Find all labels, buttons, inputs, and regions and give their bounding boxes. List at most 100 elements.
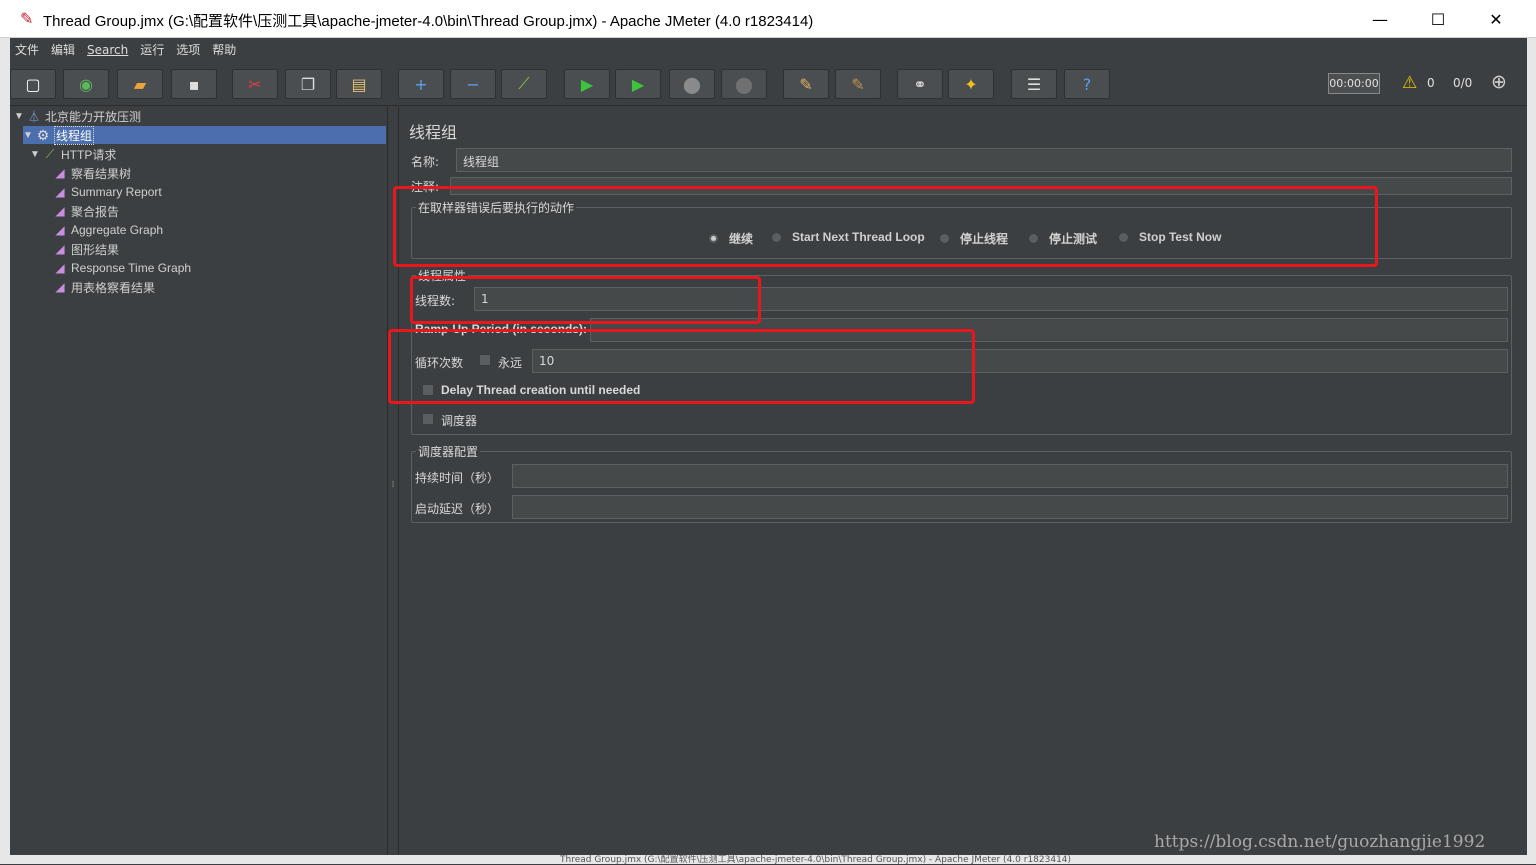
new-icon: ▢ bbox=[25, 74, 41, 94]
stop-button[interactable]: ⬤ bbox=[669, 69, 715, 99]
desktop-edge-right bbox=[1527, 38, 1536, 864]
scheduler-checkbox[interactable] bbox=[422, 413, 434, 425]
panel-title: 线程组 bbox=[409, 123, 458, 142]
taskbar-window-title[interactable]: Thread Group.jmx (G:\配置软件\压测工具\apache-jm… bbox=[560, 852, 1071, 865]
toggle-button[interactable]: ⟋ bbox=[501, 69, 547, 99]
maximize-button[interactable]: ☐ bbox=[1409, 0, 1467, 38]
close-button[interactable]: ✕ bbox=[1467, 0, 1525, 38]
function-helper-button[interactable]: ☰ bbox=[1011, 69, 1057, 99]
startup-delay-label: 启动延迟（秒） bbox=[415, 502, 500, 516]
cut-button[interactable]: ✂ bbox=[232, 69, 278, 99]
tree-node-listener[interactable]: ◢ Summary Report bbox=[52, 183, 162, 201]
expand-arrow-icon[interactable]: ▼ bbox=[14, 111, 26, 122]
tree-node-listener[interactable]: ◢ 察看结果树 bbox=[52, 164, 131, 182]
copy-icon: ❐ bbox=[300, 74, 316, 94]
save-icon: ▪ bbox=[188, 74, 200, 94]
graph-listener-icon: ◢ bbox=[55, 204, 65, 218]
menu-help[interactable]: 帮助 bbox=[207, 38, 243, 58]
tree-node-http-request[interactable]: ▼ ⟋ HTTP请求 bbox=[30, 145, 116, 163]
expand-arrow-icon[interactable]: ▼ bbox=[23, 130, 35, 141]
tree-node-label: Response Time Graph bbox=[71, 261, 192, 275]
templates-icon: ◉ bbox=[79, 74, 93, 94]
minimize-button[interactable]: — bbox=[1351, 0, 1409, 38]
cut-icon: ✂ bbox=[248, 74, 262, 94]
tree-node-label: Summary Report bbox=[71, 185, 162, 199]
open-icon: ▰ bbox=[133, 74, 147, 94]
name-field[interactable]: 线程组 bbox=[456, 148, 1512, 172]
remote-globe-icon[interactable]: ⊕ bbox=[1491, 71, 1507, 93]
graph-listener-icon: ◢ bbox=[55, 280, 65, 294]
test-plan-icon: ⏃ bbox=[27, 109, 40, 124]
tree-node-listener[interactable]: ◢ 用表格察看结果 bbox=[52, 278, 155, 296]
graph-listener-icon: ◢ bbox=[55, 261, 65, 275]
toolbar: ▢ ◉ ▰ ▪ ✂ ❐ ▤ + − ⟋ ▶ ▶ ⬤ ⬤ ✎ ✎ ⚭ ✦ ☰? 00:00:00 ⚠ 0 0/0 ⊕ bbox=[10, 62, 1527, 106]
clear-all-icon: ✎ bbox=[851, 74, 865, 94]
new-button[interactable]: ▢ bbox=[10, 69, 56, 99]
expand-icon: + bbox=[414, 74, 428, 94]
graph-listener-icon: ◢ bbox=[55, 166, 65, 180]
jmeter-window: ✎ Thread Group.jmx (G:\配置软件\压测工具\apache-… bbox=[0, 0, 1536, 865]
tree-node-label: 线程组 bbox=[54, 125, 95, 145]
annotation-highlight-threads bbox=[410, 276, 761, 324]
menu-file[interactable]: 文件 bbox=[10, 38, 46, 58]
warning-count: 0 bbox=[1427, 76, 1435, 90]
search-icon: ⚭ bbox=[913, 74, 927, 94]
start-button[interactable]: ▶ bbox=[564, 69, 610, 99]
tree-node-label: Aggregate Graph bbox=[71, 223, 164, 237]
active-threads-ratio: 0/0 bbox=[1453, 76, 1473, 90]
clear-icon: ✎ bbox=[799, 74, 813, 94]
tree-node-label: 聚合报告 bbox=[71, 204, 120, 219]
help-button[interactable]: ? bbox=[1064, 69, 1110, 99]
copy-button[interactable]: ❐ bbox=[285, 69, 331, 99]
window-title: Thread Group.jmx (G:\配置软件\压测工具\apache-jm… bbox=[43, 13, 814, 30]
open-button[interactable]: ▰ bbox=[117, 69, 163, 99]
tree-node-label: HTTP请求 bbox=[61, 147, 117, 162]
pipette-icon: ⟋ bbox=[45, 146, 55, 161]
scheduler-label: 调度器 bbox=[441, 414, 478, 428]
templates-button[interactable]: ◉ bbox=[63, 69, 109, 99]
start-no-pause-button[interactable]: ▶ bbox=[615, 69, 661, 99]
reset-search-icon: ✦ bbox=[964, 74, 978, 94]
function-helper-icon: ☰ bbox=[1026, 74, 1042, 94]
duration-field[interactable] bbox=[512, 464, 1508, 488]
expand-button[interactable]: + bbox=[398, 69, 444, 99]
startup-delay-field[interactable] bbox=[512, 495, 1508, 519]
collapse-icon: − bbox=[466, 74, 480, 94]
expand-arrow-icon[interactable]: ▼ bbox=[30, 149, 42, 160]
graph-listener-icon: ◢ bbox=[55, 223, 65, 237]
search-button[interactable]: ⚭ bbox=[897, 69, 943, 99]
tree-node-label: 北京能力开放压测 bbox=[45, 109, 142, 124]
divider-grip-icon[interactable]: ⁞ bbox=[389, 480, 397, 500]
menu-run[interactable]: 运行 bbox=[135, 38, 171, 58]
clear-all-button[interactable]: ✎ bbox=[835, 69, 881, 99]
toggle-icon: ⟋ bbox=[518, 74, 530, 93]
tree-node-listener[interactable]: ◢ Aggregate Graph bbox=[52, 221, 163, 239]
menu-bar: 文件 编辑 Search 运行 选项 帮助 bbox=[10, 38, 1527, 61]
save-button[interactable]: ▪ bbox=[171, 69, 217, 99]
scheduler-config-legend: 调度器配置 bbox=[418, 445, 479, 459]
tree-node-listener[interactable]: ◢ Response Time Graph bbox=[52, 259, 191, 277]
watermark: https://blog.csdn.net/guozhangjie1992 bbox=[1154, 832, 1486, 852]
clear-button[interactable]: ✎ bbox=[783, 69, 829, 99]
paste-icon: ▤ bbox=[351, 74, 367, 94]
tree-node-test-plan[interactable]: ▼ ⏃ 北京能力开放压测 bbox=[14, 107, 141, 125]
collapse-button[interactable]: − bbox=[450, 69, 496, 99]
paste-button[interactable]: ▤ bbox=[336, 69, 382, 99]
shutdown-button[interactable]: ⬤ bbox=[721, 69, 767, 99]
tree-node-listener[interactable]: ◢ 聚合报告 bbox=[52, 202, 119, 220]
test-plan-tree: ▼ ⏃ 北京能力开放压测 ▼ ⚙ 线程组 ▼ ⟋ HTTP请求 ◢ 察看结果树 ◢ S… bbox=[10, 107, 388, 855]
help-icon: ? bbox=[1082, 74, 1092, 94]
shutdown-icon: ⬤ bbox=[735, 74, 753, 94]
graph-listener-icon: ◢ bbox=[55, 185, 65, 199]
menu-options[interactable]: 选项 bbox=[171, 38, 207, 58]
menu-edit[interactable]: 编辑 bbox=[46, 38, 82, 58]
duration-label: 持续时间（秒） bbox=[415, 471, 500, 485]
tree-node-listener[interactable]: ◢ 图形结果 bbox=[52, 240, 119, 258]
title-bar: ✎ Thread Group.jmx (G:\配置软件\压测工具\apache-… bbox=[0, 0, 1536, 38]
jmeter-feather-icon: ✎ bbox=[20, 9, 34, 28]
annotation-highlight-error-action bbox=[393, 186, 1378, 267]
reset-search-button[interactable]: ✦ bbox=[948, 69, 994, 99]
menu-search[interactable]: Search bbox=[82, 40, 135, 57]
warning-icon[interactable]: ⚠ bbox=[1402, 73, 1417, 93]
tree-node-thread-group[interactable]: ▼ ⚙ 线程组 bbox=[23, 125, 95, 145]
